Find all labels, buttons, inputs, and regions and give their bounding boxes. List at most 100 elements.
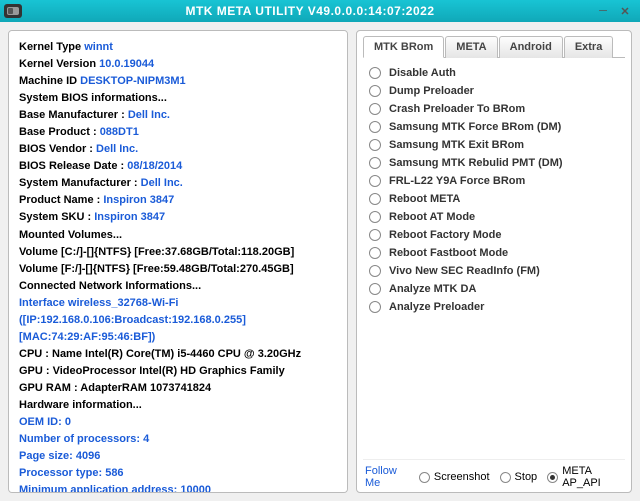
option-item[interactable]: Samsung MTK Force BRom (DM) xyxy=(367,118,621,136)
radio-icon xyxy=(369,229,381,241)
app-icon xyxy=(4,4,22,18)
info-value: OEM ID: 0 xyxy=(19,416,71,428)
radio-icon xyxy=(369,103,381,115)
option-item[interactable]: Samsung MTK Rebulid PMT (DM) xyxy=(367,154,621,172)
option-item[interactable]: Reboot Factory Mode xyxy=(367,226,621,244)
info-value: Processor type: 586 xyxy=(19,467,124,479)
screenshot-label: Screenshot xyxy=(434,471,490,483)
info-value: Interface wireless_32768-Wi-Fi ([IP:192.… xyxy=(19,297,246,343)
info-row: System BIOS informations... xyxy=(19,90,337,107)
info-label: Kernel Version xyxy=(19,58,99,70)
option-label: Crash Preloader To BRom xyxy=(389,103,525,115)
option-item[interactable]: Reboot Fastboot Mode xyxy=(367,244,621,262)
info-row: Page size: 4096 xyxy=(19,448,337,465)
radio-icon xyxy=(369,211,381,223)
footer-bar: Follow Me Screenshot Stop META AP_API xyxy=(363,459,625,490)
info-row: Minimum application address: 10000 xyxy=(19,482,337,493)
info-value: Inspiron 3847 xyxy=(103,194,174,206)
actions-panel: MTK BRomMETAAndroidExtra Disable Auth Dum… xyxy=(356,30,632,493)
info-value: DESKTOP-NIPM3M1 xyxy=(80,75,186,87)
info-row: GPU RAM : AdapterRAM 1073741824 xyxy=(19,380,337,397)
stop-button[interactable]: Stop xyxy=(497,470,541,484)
option-label: Reboot AT Mode xyxy=(389,211,475,223)
info-row: Hardware information... xyxy=(19,397,337,414)
info-label: Base Product : xyxy=(19,126,100,138)
info-label: Base Manufacturer : xyxy=(19,109,128,121)
option-item[interactable]: Reboot META xyxy=(367,190,621,208)
tab-meta[interactable]: META xyxy=(445,36,497,58)
info-value: Inspiron 3847 xyxy=(94,211,165,223)
info-row: Mounted Volumes... xyxy=(19,227,337,244)
option-label: Disable Auth xyxy=(389,67,456,79)
option-label: Samsung MTK Rebulid PMT (DM) xyxy=(389,157,563,169)
info-value: 10.0.19044 xyxy=(99,58,154,70)
window-title: MTK META UTILITY V49.0.0.0:14:07:2022 xyxy=(28,4,592,18)
radio-icon xyxy=(369,265,381,277)
info-label: BIOS Vendor : xyxy=(19,143,96,155)
option-label: Reboot Fastboot Mode xyxy=(389,247,508,259)
system-info-panel: Kernel Type winntKernel Version 10.0.190… xyxy=(8,30,348,493)
info-row: Base Manufacturer : Dell Inc. xyxy=(19,107,337,124)
info-value: Number of processors: 4 xyxy=(19,433,149,445)
option-label: Vivo New SEC ReadInfo (FM) xyxy=(389,265,540,277)
tab-mtk-brom[interactable]: MTK BRom xyxy=(363,36,444,58)
screenshot-button[interactable]: Screenshot xyxy=(416,470,493,484)
info-value: Dell Inc. xyxy=(141,177,183,189)
info-label: Product Name : xyxy=(19,194,103,206)
option-item[interactable]: Vivo New SEC ReadInfo (FM) xyxy=(367,262,621,280)
option-item[interactable]: Reboot AT Mode xyxy=(367,208,621,226)
option-label: Reboot META xyxy=(389,193,460,205)
follow-me-link[interactable]: Follow Me xyxy=(365,465,408,489)
tab-bar: MTK BRomMETAAndroidExtra xyxy=(363,35,625,58)
radio-icon xyxy=(369,67,381,79)
option-item[interactable]: FRL-L22 Y9A Force BRom xyxy=(367,172,621,190)
option-label: Analyze Preloader xyxy=(389,301,484,313)
close-button[interactable]: ✕ xyxy=(614,2,636,20)
option-label: Samsung MTK Force BRom (DM) xyxy=(389,121,561,133)
info-row: Kernel Type winnt xyxy=(19,39,337,56)
tab-extra[interactable]: Extra xyxy=(564,36,614,58)
info-row: Interface wireless_32768-Wi-Fi ([IP:192.… xyxy=(19,295,337,346)
option-item[interactable]: Samsung MTK Exit BRom xyxy=(367,136,621,154)
info-row: BIOS Release Date : 08/18/2014 xyxy=(19,158,337,175)
info-row: OEM ID: 0 xyxy=(19,414,337,431)
option-item[interactable]: Analyze MTK DA xyxy=(367,280,621,298)
option-label: Samsung MTK Exit BRom xyxy=(389,139,524,151)
info-row: Base Product : 088DT1 xyxy=(19,124,337,141)
info-row: CPU : Name Intel(R) Core(TM) i5-4460 CPU… xyxy=(19,346,337,363)
info-row: Volume [F:/]-[]{NTFS} [Free:59.48GB/Tota… xyxy=(19,261,337,278)
info-label: BIOS Release Date : xyxy=(19,160,127,172)
info-value: Dell Inc. xyxy=(128,109,170,121)
info-row: Number of processors: 4 xyxy=(19,431,337,448)
option-label: Analyze MTK DA xyxy=(389,283,476,295)
info-value: Minimum application address: 10000 xyxy=(19,484,211,493)
title-bar: MTK META UTILITY V49.0.0.0:14:07:2022 ─ … xyxy=(0,0,640,22)
main-container: Kernel Type winntKernel Version 10.0.190… xyxy=(0,22,640,501)
info-row: Volume [C:/]-[]{NTFS} [Free:37.68GB/Tota… xyxy=(19,244,337,261)
info-row: BIOS Vendor : Dell Inc. xyxy=(19,141,337,158)
option-label: FRL-L22 Y9A Force BRom xyxy=(389,175,525,187)
option-item[interactable]: Analyze Preloader xyxy=(367,298,621,316)
info-label: System SKU : xyxy=(19,211,94,223)
info-value: 08/18/2014 xyxy=(127,160,182,172)
info-value: winnt xyxy=(84,41,113,53)
info-value: Page size: 4096 xyxy=(19,450,100,462)
info-row: System SKU : Inspiron 3847 xyxy=(19,209,337,226)
radio-icon xyxy=(369,301,381,313)
info-label: Machine ID xyxy=(19,75,80,87)
meta-label: META AP_API xyxy=(562,465,620,489)
radio-icon xyxy=(369,175,381,187)
minimize-button[interactable]: ─ xyxy=(592,2,614,20)
option-item[interactable]: Dump Preloader xyxy=(367,82,621,100)
option-label: Dump Preloader xyxy=(389,85,474,97)
tab-android[interactable]: Android xyxy=(499,36,563,58)
info-row: Connected Network Informations... xyxy=(19,278,337,295)
info-label: Kernel Type xyxy=(19,41,84,53)
info-row: Product Name : Inspiron 3847 xyxy=(19,192,337,209)
option-label: Reboot Factory Mode xyxy=(389,229,501,241)
option-list: Disable Auth Dump Preloader Crash Preloade… xyxy=(363,62,625,459)
option-item[interactable]: Disable Auth xyxy=(367,64,621,82)
option-item[interactable]: Crash Preloader To BRom xyxy=(367,100,621,118)
info-row: Kernel Version 10.0.19044 xyxy=(19,56,337,73)
meta-ap-api-button[interactable]: META AP_API xyxy=(544,464,623,490)
